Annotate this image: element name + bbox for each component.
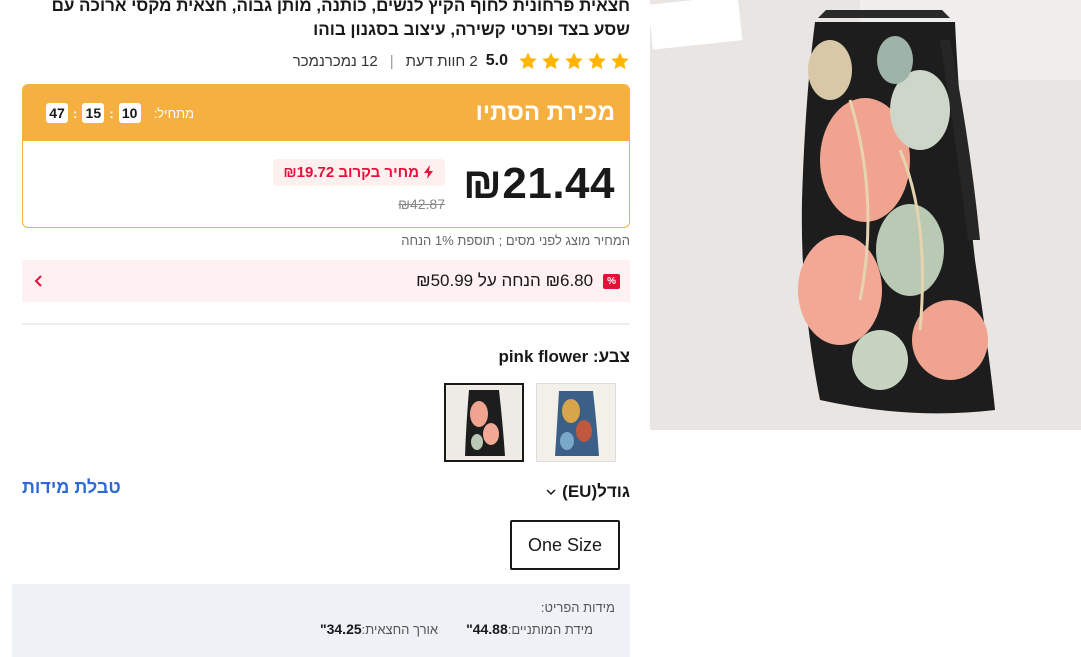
waist-label: מידת המותניים: [507, 622, 593, 637]
countdown-minutes: 15 [82, 103, 105, 123]
measurements-values: מידת המותניים:44.88" אורך החצאית:34.25" [27, 621, 615, 637]
coupon-percent-icon: % [603, 273, 620, 289]
skirt-photo [650, 0, 1081, 430]
item-measurements: מידות הפריט: מידת המותניים:44.88" אורך ה… [12, 584, 630, 657]
price-area: ₪21.44 מחיר בקרוב ₪19.72 ₪42.87 [23, 141, 629, 227]
color-selector-label: צבע: pink flower [22, 347, 630, 367]
size-options: One Size [22, 520, 630, 570]
size-option-one-size[interactable]: One Size [510, 520, 620, 570]
product-main-image[interactable] [650, 0, 1081, 430]
current-price: ₪21.44 [463, 159, 615, 208]
product-info: חצאית פרחונית לחוף הקיץ לנשים, כותנה, מו… [22, 0, 630, 570]
star-icon [542, 52, 560, 69]
star-icon [588, 52, 606, 69]
price-side: מחיר בקרוב ₪19.72 ₪42.87 [273, 158, 445, 212]
flash-sale-header: מכירת הסתיו מתחיל: 10 : 15 : 47 [23, 85, 629, 141]
swatch-image [447, 386, 521, 459]
coupon-text: ₪6.80 הנחה על ₪50.99 [416, 271, 594, 290]
product-title: חצאית פרחונית לחוף הקיץ לנשים, כותנה, מו… [51, 0, 630, 39]
countdown-colon: : [73, 105, 78, 121]
reviews-link[interactable]: 2 חוות דעת [406, 53, 478, 70]
flash-sale-box: מכירת הסתיו מתחיל: 10 : 15 : 47 ₪21.44 מ… [22, 84, 630, 228]
separator: | [389, 52, 394, 70]
size-chart-link[interactable]: טבלת מידות [22, 477, 121, 498]
countdown-seconds: 47 [46, 103, 68, 123]
color-swatch-multicolor[interactable] [536, 383, 616, 462]
swatch-image [539, 386, 613, 459]
upcoming-price-text: מחיר בקרוב ₪19.72 [283, 163, 419, 181]
length-value: 34.25" [319, 621, 362, 637]
countdown-hours: 10 [118, 103, 141, 123]
color-value: pink flower [498, 347, 589, 366]
measurements-title: מידות הפריט: [540, 600, 615, 615]
divider [22, 323, 630, 325]
countdown-label: מתחיל: [153, 105, 195, 121]
size-selector-toggle[interactable]: גודל(EU) [546, 482, 630, 502]
flash-sale-title: מכירת הסתיו [475, 99, 615, 126]
countdown-colon: : [109, 105, 114, 121]
star-rating [518, 51, 630, 71]
upcoming-price-badge: מחיר בקרוב ₪19.72 [273, 158, 445, 186]
waist-measurement: מידת המותניים:44.88" [466, 621, 593, 637]
lightning-icon [424, 165, 433, 179]
length-measurement: אורך החצאית:34.25" [320, 621, 438, 637]
rating-score: 5.0 [485, 52, 508, 69]
color-swatches [22, 383, 630, 462]
coupon-content: % ₪6.80 הנחה על ₪50.99 [416, 271, 620, 291]
chevron-down-icon [546, 489, 556, 496]
countdown-timer: מתחיל: 10 : 15 : 47 [46, 103, 194, 123]
coupon-bar[interactable]: % ₪6.80 הנחה על ₪50.99 [22, 260, 630, 302]
rating-row: 5.0 2 חוות דעת | 12 נמכרנמכר [22, 50, 630, 72]
star-icon [519, 52, 537, 69]
color-swatch-pink-flower[interactable] [444, 383, 524, 462]
star-icon [611, 52, 629, 69]
sold-count: 12 נמכרנמכר [292, 52, 378, 70]
chevron-left-icon[interactable] [32, 274, 46, 288]
tax-note: המחיר מוצג לפני מסים ; תוספת 1% הנחה [401, 233, 630, 248]
size-label: גודל(EU) [562, 482, 630, 501]
original-price: ₪42.87 [398, 195, 445, 212]
star-icon [565, 52, 583, 69]
color-label: צבע: [592, 347, 630, 366]
size-header: גודל(EU) טבלת מידות [22, 477, 630, 502]
length-label: אורך החצאית: [361, 622, 439, 637]
waist-value: 44.88" [466, 621, 508, 637]
